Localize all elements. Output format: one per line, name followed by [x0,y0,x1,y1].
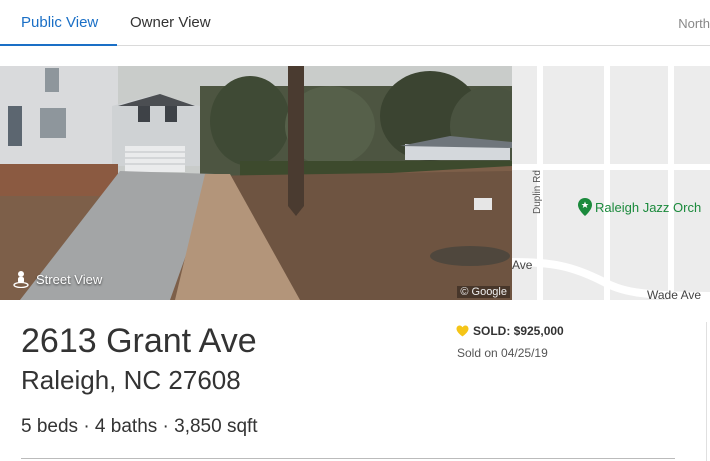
map-pin-icon [578,198,592,216]
street-photo-illustration [0,66,512,300]
sold-price: SOLD: $925,000 [473,324,564,338]
section-divider [21,458,675,459]
property-city: Raleigh, NC 27608 [21,365,241,395]
location-map[interactable]: Duplin Rd Raleigh Jazz Orch Ave Wade Ave [512,66,710,300]
street-view-photo[interactable]: Street View © Google [0,66,512,300]
tab-north-fragment[interactable]: North [678,16,710,31]
view-tabs: Public View Owner View North [0,0,710,46]
street-view-label: Street View [36,271,103,287]
sold-status: SOLD: $925,000 [456,324,564,338]
tab-owner-view[interactable]: Owner View [130,14,211,31]
heart-icon [456,325,469,337]
panel-divider [706,322,707,461]
map-street-wade: Wade Ave [647,288,702,300]
property-address: 2613 Grant Ave [21,322,257,360]
map-poi[interactable]: Raleigh Jazz Orch [578,198,701,216]
google-credit: © Google [457,286,510,298]
property-facts: 5 beds · 4 baths · 3,850 sqft [21,416,258,437]
map-street-duplin: Duplin Rd [532,170,543,214]
active-tab-indicator [0,44,117,46]
map-poi-label: Raleigh Jazz Orch [595,199,702,215]
map-street-ave: Ave [512,258,533,272]
tab-public-view[interactable]: Public View [21,14,98,31]
sold-date: Sold on 04/25/19 [457,346,548,360]
pegman-icon [13,271,29,288]
street-view-button[interactable]: Street View [12,270,102,288]
